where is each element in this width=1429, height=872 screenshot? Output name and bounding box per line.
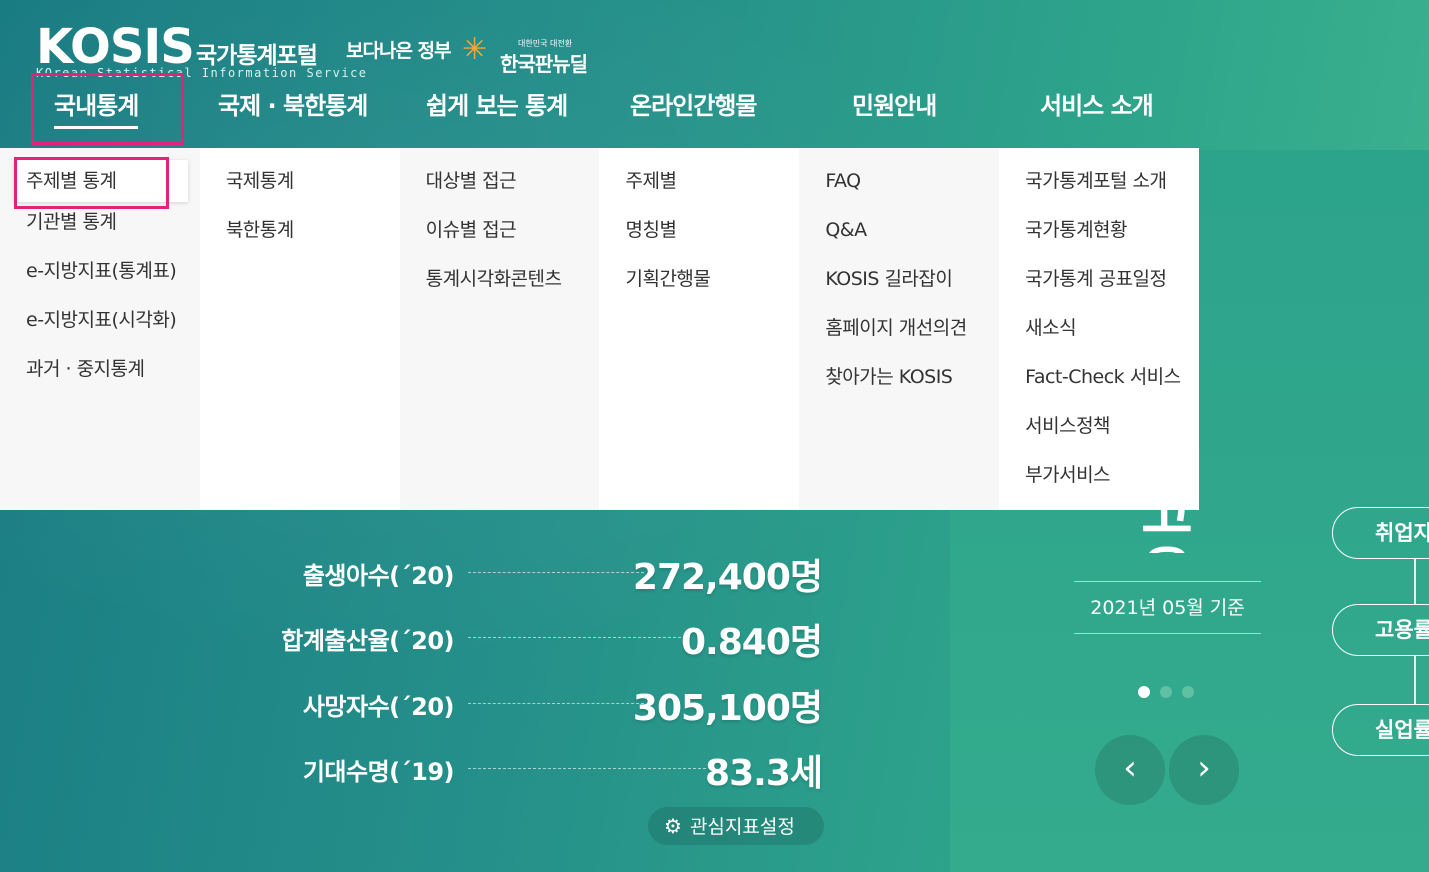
- logo-subtitle: KOrean Statistical Information Service: [36, 66, 368, 80]
- menu-nk-stats[interactable]: 북한통계: [200, 217, 400, 266]
- menu-visiting-kosis[interactable]: 찾아가는 KOSIS: [799, 364, 999, 413]
- stat-row[interactable]: 사망자수(´20) 305,100명: [0, 677, 830, 729]
- gov-badge-text: 보다나은 정부: [346, 40, 451, 62]
- indicator-pill-unemployment[interactable]: 실업률: [1332, 704, 1429, 756]
- chevron-right-icon: ›: [1197, 748, 1211, 788]
- indicator-pill-employment-rate[interactable]: 고용률: [1332, 604, 1429, 656]
- stat-label: 합계출산율(´20): [281, 627, 454, 655]
- menu-news[interactable]: 새소식: [999, 315, 1199, 364]
- stat-value: 0.840명: [681, 622, 823, 663]
- menu-pub-by-subject[interactable]: 주제별: [599, 168, 799, 217]
- dropdown-col-service: 국가통계포털 소개 국가통계현황 국가통계 공표일정 새소식 Fact-Chec…: [999, 148, 1199, 510]
- nav-online-publications[interactable]: 온라인간행물: [630, 86, 757, 121]
- stat-value: 272,400명: [632, 557, 823, 598]
- main-nav: 국내통계 국제 · 북한통계 쉽게 보는 통계 온라인간행물 민원안내 서비스 …: [0, 86, 1200, 130]
- indicator-date: 2021년 05월 기준: [1074, 581, 1261, 634]
- menu-portal-intro[interactable]: 국가통계포털 소개: [999, 168, 1199, 217]
- menu-national-stats-status[interactable]: 국가통계현황: [999, 217, 1199, 266]
- nav-service-intro[interactable]: 서비스 소개: [1040, 86, 1154, 121]
- dropdown-col-publications: 주제별 명칭별 기획간행물: [599, 148, 800, 510]
- setting-button-label: 관심지표설정: [689, 816, 795, 838]
- menu-intl-stats[interactable]: 국제통계: [200, 168, 400, 217]
- menu-service-policy[interactable]: 서비스정책: [999, 413, 1199, 462]
- nav-domestic-stats[interactable]: 국내통계: [54, 86, 139, 129]
- stat-row[interactable]: 합계출산율(´20) 0.840명: [0, 611, 830, 663]
- nav-easy-stats[interactable]: 쉽게 보는 통계: [426, 86, 568, 121]
- dropdown-col-intl: 국제통계 북한통계: [199, 148, 400, 510]
- menu-fact-check[interactable]: Fact-Check 서비스: [999, 364, 1199, 413]
- menu-homepage-feedback[interactable]: 홈페이지 개선의견: [799, 315, 999, 364]
- nav-civil-service[interactable]: 민원안내: [852, 86, 937, 121]
- dropdown-col-domestic: 주제별 통계 기관별 통계 e-지방지표(통계표) e-지방지표(시각화) 과거…: [0, 148, 200, 510]
- kosis-logo[interactable]: KOSIS 국가통계포털 KOrean Statistical Informat…: [36, 19, 366, 80]
- menu-local-indicator-visual[interactable]: e-지방지표(시각화): [0, 307, 200, 356]
- pagination-dot[interactable]: [1182, 686, 1194, 698]
- pill-label: 고용률: [1375, 618, 1429, 642]
- indicator-title: 고용: [1122, 493, 1212, 553]
- stat-value: 83.3세: [705, 753, 823, 794]
- stat-dotted-line: [468, 637, 686, 638]
- chevron-left-icon: ‹: [1123, 748, 1137, 788]
- prev-slide-button[interactable]: ‹: [1095, 735, 1165, 805]
- stat-label: 사망자수(´20): [302, 693, 455, 721]
- stat-dotted-line: [468, 768, 706, 769]
- dropdown-col-civil: FAQ Q&A KOSIS 길라잡이 홈페이지 개선의견 찾아가는 KOSIS: [799, 148, 1000, 510]
- pill-label: 취업자: [1375, 521, 1429, 545]
- menu-pub-by-name[interactable]: 명칭별: [599, 217, 799, 266]
- indicator-pill-employed[interactable]: 취업자: [1332, 507, 1429, 559]
- indicator-title-text: 고용: [1141, 493, 1193, 553]
- menu-subject-stats[interactable]: 주제별 통계: [14, 160, 188, 202]
- pill-label: 실업률: [1375, 718, 1429, 742]
- menu-by-target[interactable]: 대상별 접근: [400, 168, 600, 217]
- menu-release-schedule[interactable]: 국가통계 공표일정: [999, 266, 1199, 315]
- connector-line: [1414, 656, 1416, 704]
- stat-row[interactable]: 기대수명(´19) 83.3세: [0, 742, 830, 794]
- nav-intl-nk-stats[interactable]: 국제 · 북한통계: [218, 86, 368, 121]
- stat-value: 305,100명: [632, 688, 823, 729]
- stat-dotted-line: [468, 572, 644, 573]
- menu-past-stats[interactable]: 과거 · 중지통계: [0, 356, 200, 405]
- pagination-dot[interactable]: [1160, 686, 1172, 698]
- interest-indicator-setting-button[interactable]: ⚙ 관심지표설정: [648, 807, 824, 845]
- menu-local-indicator-table[interactable]: e-지방지표(통계표): [0, 258, 200, 307]
- logo-text: KOSIS: [36, 19, 195, 75]
- stat-label: 기대수명(´19): [302, 758, 455, 786]
- menu-qna[interactable]: Q&A: [799, 217, 999, 266]
- gear-icon: ⚙: [664, 814, 682, 838]
- connector-line: [1414, 559, 1416, 604]
- menu-agency-stats[interactable]: 기관별 통계: [0, 209, 200, 258]
- pagination-dot-active[interactable]: [1138, 686, 1150, 698]
- gov-badge: 보다나은 정부: [346, 36, 451, 63]
- next-slide-button[interactable]: ›: [1169, 735, 1239, 805]
- logo-korean: 국가통계포털: [196, 43, 318, 69]
- stat-dotted-line: [468, 703, 644, 704]
- menu-visual-content[interactable]: 통계시각화콘텐츠: [400, 266, 600, 315]
- stat-label: 출생아수(´20): [302, 562, 455, 590]
- newdeal-big-text: 한국판뉴딜: [500, 52, 588, 76]
- dropdown-col-easy: 대상별 접근 이슈별 접근 통계시각화콘텐츠: [399, 148, 600, 510]
- menu-kosis-guide[interactable]: KOSIS 길라잡이: [799, 266, 999, 315]
- newdeal-star-icon: ✳: [462, 32, 488, 67]
- stat-row[interactable]: 출생아수(´20) 272,400명: [0, 546, 830, 598]
- menu-faq[interactable]: FAQ: [799, 168, 999, 217]
- mega-dropdown: 주제별 통계 기관별 통계 e-지방지표(통계표) e-지방지표(시각화) 과거…: [0, 148, 1199, 510]
- menu-by-issue[interactable]: 이슈별 접근: [400, 217, 600, 266]
- menu-special-pub[interactable]: 기획간행물: [599, 266, 799, 315]
